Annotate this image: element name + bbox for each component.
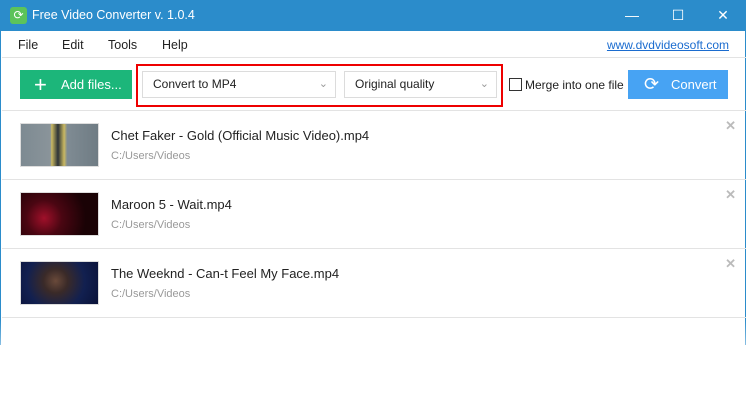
video-thumbnail bbox=[20, 123, 99, 167]
video-thumbnail bbox=[20, 192, 99, 236]
menu-edit[interactable]: Edit bbox=[62, 38, 84, 52]
video-thumbnail bbox=[20, 261, 99, 305]
menu-help[interactable]: Help bbox=[162, 38, 188, 52]
format-select[interactable]: Convert to MP4 ⌄ bbox=[142, 71, 336, 98]
remove-icon[interactable]: ✕ bbox=[725, 187, 736, 203]
file-row[interactable]: Maroon 5 - Wait.mp4 C:/Users/Videos ✕ bbox=[2, 179, 746, 248]
menu-bar: File Edit Tools Help www.dvdvideosoft.co… bbox=[2, 31, 746, 58]
convert-label: Convert bbox=[671, 77, 717, 92]
file-name: Chet Faker - Gold (Official Music Video)… bbox=[111, 128, 370, 143]
convert-button[interactable]: ⟳ Convert bbox=[628, 70, 728, 99]
maximize-button[interactable]: ☐ bbox=[655, 0, 701, 31]
title-bar: ⟳ Free Video Converter v. 1.0.4 — ☐ ✕ bbox=[1, 0, 746, 31]
list-divider bbox=[2, 317, 746, 318]
app-logo-icon: ⟳ bbox=[10, 7, 27, 24]
add-files-label: Add files... bbox=[61, 77, 122, 92]
chevron-down-icon: ⌄ bbox=[479, 78, 489, 90]
format-value: Convert to MP4 bbox=[153, 77, 237, 91]
menu-file[interactable]: File bbox=[18, 38, 38, 52]
minimize-button[interactable]: — bbox=[609, 0, 655, 31]
file-path: C:/Users/Videos bbox=[111, 150, 191, 162]
close-button[interactable]: ✕ bbox=[700, 0, 746, 31]
remove-icon[interactable]: ✕ bbox=[725, 256, 736, 272]
quality-value: Original quality bbox=[355, 77, 435, 91]
remove-icon[interactable]: ✕ bbox=[725, 118, 736, 134]
window-title: Free Video Converter v. 1.0.4 bbox=[32, 8, 195, 22]
merge-label[interactable]: Merge into one file bbox=[525, 78, 624, 92]
plus-icon: + bbox=[34, 72, 47, 97]
file-name: The Weeknd - Can-t Feel My Face.mp4 bbox=[111, 266, 340, 281]
file-name: Maroon 5 - Wait.mp4 bbox=[111, 197, 232, 212]
quality-select[interactable]: Original quality ⌄ bbox=[344, 71, 497, 98]
file-path: C:/Users/Videos bbox=[111, 288, 191, 300]
file-row[interactable]: Chet Faker - Gold (Official Music Video)… bbox=[2, 110, 746, 179]
window-bottom-fade bbox=[0, 320, 746, 400]
menu-tools[interactable]: Tools bbox=[108, 38, 137, 52]
merge-checkbox[interactable] bbox=[509, 78, 522, 91]
chevron-down-icon: ⌄ bbox=[318, 78, 328, 90]
file-row[interactable]: The Weeknd - Can-t Feel My Face.mp4 C:/U… bbox=[2, 248, 746, 317]
add-files-button[interactable]: + Add files... bbox=[20, 70, 132, 99]
website-link[interactable]: www.dvdvideosoft.com bbox=[607, 38, 729, 52]
file-path: C:/Users/Videos bbox=[111, 219, 191, 231]
refresh-icon: ⟳ bbox=[644, 74, 660, 94]
app-window: ⟳ Free Video Converter v. 1.0.4 — ☐ ✕ Fi… bbox=[0, 0, 746, 345]
